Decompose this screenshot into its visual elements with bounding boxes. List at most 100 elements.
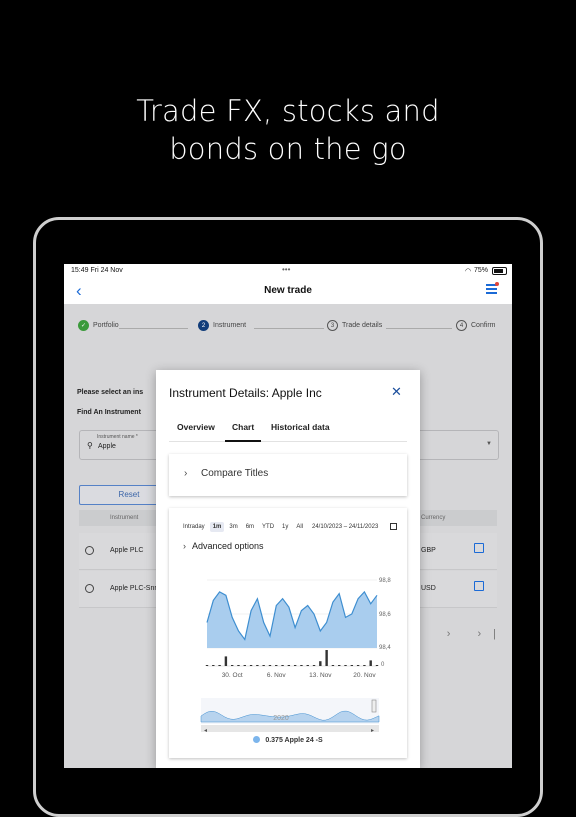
step-number: 4 [456,320,467,331]
promo-line-2: bonds on the go [169,132,407,166]
scroll-right-icon[interactable]: ▸ [371,728,374,732]
step-number: 3 [327,320,338,331]
volume-bar [338,665,341,666]
radio-button[interactable] [85,584,94,593]
compare-titles-label: Compare Titles [201,468,269,479]
search-icon: ⚲ [87,441,93,450]
field-label: Instrument name * [97,434,138,440]
range-all[interactable]: All [293,522,306,532]
chart-legend[interactable]: 0.375 Apple 24 -S [169,736,407,744]
range-intraday[interactable]: Intraday [180,522,208,532]
volume-bar [205,665,209,666]
x-axis-tick-label: 20. Nov [353,672,376,679]
date-range-input[interactable]: 24/10/2023 – 24/11/2023 [312,524,378,530]
legend-label: 0.375 Apple 24 -S [265,737,323,744]
range-1y[interactable]: 1y [279,522,291,532]
volume-bar [262,665,265,666]
battery-percent: 75% [474,267,489,274]
volume-bar [256,665,259,666]
field-value: Apple [98,443,116,450]
range-3m[interactable]: 3m [226,522,240,532]
volume-axis-label: 0 [381,662,385,668]
progress-stepper: ✓ Portfolio 2 Instrument 3 Trade details… [64,320,512,336]
navigator-handle[interactable] [371,699,377,713]
select-heading: Please select an ins [77,389,144,396]
volume-bar [224,656,228,666]
step-connector [386,328,452,329]
volume-bar [237,665,240,666]
step-label: Confirm [471,322,496,329]
volume-bar [287,665,291,666]
step-portfolio: ✓ Portfolio [78,320,119,331]
nav-bar: ‹ New trade [64,278,512,305]
volume-bar [344,665,347,666]
step-connector [254,328,324,329]
volume-bar [350,665,354,666]
step-label: Trade details [342,322,383,329]
notification-dot [495,282,499,286]
page-title: New trade [264,285,312,296]
navigator-scrollbar[interactable] [201,725,379,732]
close-icon[interactable]: ✕ [391,384,402,400]
external-link-icon[interactable] [474,543,484,553]
volume-bar [325,650,328,666]
calendar-icon[interactable] [390,523,397,530]
chart-card: Intraday 1m 3m 6m YTD 1y All 24/10/2023 … [169,508,407,758]
volume-bar [218,665,221,666]
radio-button[interactable] [85,546,94,555]
instrument-currency: GBP [421,547,436,554]
instrument-name: Apple PLC [110,547,144,554]
y-axis-label: 98,6 [379,612,391,618]
volume-bar [319,661,322,666]
volume-bar [369,660,372,666]
chevron-right-icon: › [184,468,188,479]
hamburger-menu-icon[interactable] [486,282,499,295]
instrument-currency: USD [421,585,436,592]
tab-historical-data[interactable]: Historical data [271,422,330,440]
multitask-dots-icon[interactable]: ••• [282,265,290,274]
volume-bar [300,665,303,666]
range-1m[interactable]: 1m [209,522,225,532]
x-axis-tick-label: 13. Nov [309,672,332,679]
instrument-details-modal: Instrument Details: Apple Inc ✕ Overview… [156,370,420,768]
x-axis-tick-label: 6. Nov [267,672,287,679]
compare-titles-panel[interactable]: › Compare Titles [169,454,407,496]
check-icon: ✓ [78,320,89,331]
navigator-year-label: 2020 [273,715,289,722]
volume-bar [375,665,379,666]
volume-bar [281,665,284,666]
battery-icon [492,267,507,275]
range-6m[interactable]: 6m [243,522,257,532]
step-label: Instrument [213,322,247,329]
external-link-icon[interactable] [474,581,484,591]
volume-bar [306,665,309,666]
volume-bar [363,665,366,666]
tab-chart[interactable]: Chart [225,422,262,442]
step-confirm: 4 Confirm [456,320,496,331]
promo-headline: Trade FX, stocks and bonds on the go [0,92,576,168]
wifi-icon: ◠ [465,268,472,275]
volume-bar [293,665,297,666]
y-axis-label: 98,4 [379,645,391,651]
range-ytd[interactable]: YTD [259,522,277,532]
pagination-controls[interactable]: ‹ › ›| [416,628,508,640]
volume-bar [356,665,360,666]
step-label: Portfolio [93,322,119,329]
col-instrument: Instrument [110,515,139,521]
range-selector: Intraday 1m 3m 6m YTD 1y All [180,522,306,532]
volume-bar [230,665,234,666]
price-chart[interactable]: 98,8 98,6 98,4 0 30. Oct 6. Nov 13. Nov 20. N… [169,532,407,732]
price-area [207,591,377,648]
volume-bar [243,665,246,666]
volume-bar [212,665,215,666]
scroll-left-icon[interactable]: ◂ [204,728,207,732]
status-bar: 15:49 Fri 24 Nov ••• ◠ 75% [64,264,512,278]
volume-bar [249,665,253,666]
volume-bar [275,665,278,666]
volume-bar [312,665,316,666]
tab-overview[interactable]: Overview [177,422,215,440]
volume-bar [268,665,272,666]
col-currency: Currency [421,515,446,521]
dropdown-caret-icon[interactable]: ▼ [486,441,492,447]
legend-marker [253,736,261,743]
